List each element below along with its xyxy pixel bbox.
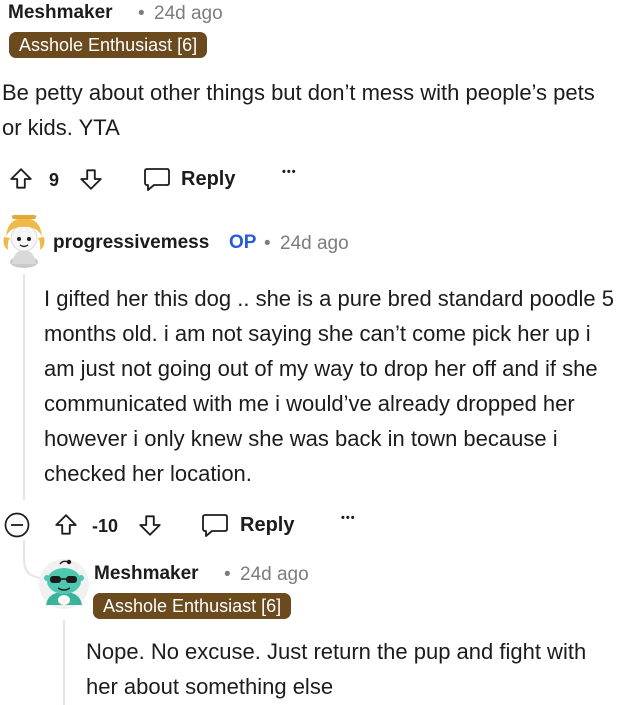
comment-body: I gifted her this dog .. she is a pure b… [44,286,614,486]
downvote-icon[interactable] [78,166,104,192]
comment-timestamp[interactable]: 24d ago [280,233,349,255]
comment-body: Nope. No excuse. Just return the pup and… [86,639,587,699]
vote-count: -10 [92,516,119,536]
comment-bubble-icon[interactable] [201,512,229,538]
comment-author[interactable]: progressivemess [53,232,209,254]
thread-line[interactable] [23,274,25,500]
avatar[interactable] [0,212,50,268]
collapse-thread-icon[interactable] [2,510,32,540]
comment-timestamp[interactable]: 24d ago [240,564,309,586]
more-options-button[interactable]: ••• [282,166,297,178]
meta-separator: • [138,3,145,24]
downvote-icon[interactable] [137,512,163,538]
reply-button[interactable]: Reply [181,168,235,191]
op-badge: OP [229,232,257,253]
comment-timestamp[interactable]: 24d ago [154,3,223,25]
comment-bubble-icon[interactable] [143,166,171,192]
comment-author[interactable]: Meshmaker [8,2,113,24]
avatar[interactable] [38,558,90,610]
meta-separator: • [224,564,231,585]
user-flair: Asshole Enthusiast [6] [9,32,208,58]
comment-author[interactable]: Meshmaker [94,563,199,585]
user-flair: Asshole Enthusiast [6] [93,593,292,619]
comment-body: Be petty about other things but don’t me… [2,80,595,140]
reply-button[interactable]: Reply [240,514,294,537]
more-options-button[interactable]: ••• [341,512,356,524]
thread-line[interactable] [63,620,65,705]
vote-count: 9 [49,170,60,190]
upvote-icon[interactable] [53,512,79,538]
upvote-icon[interactable] [8,166,34,192]
meta-separator: • [264,233,271,254]
